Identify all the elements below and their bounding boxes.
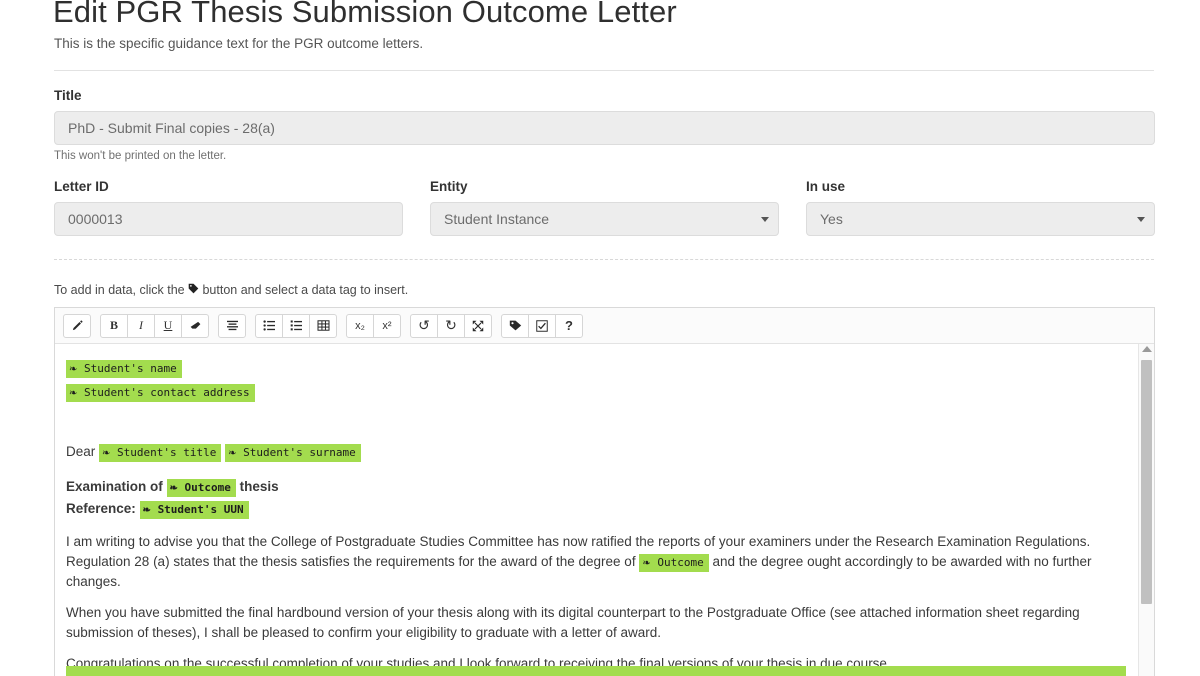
meta-fields-row: Letter ID 0000013 Entity Student Instanc… [54,179,1155,236]
examination-heading-before: Examination of [66,479,163,494]
superscript-button[interactable]: x² [373,313,401,338]
rich-text-editor: B I U x₂ x² ↺ ↻ ? ❧ Student's name ❧ Stu… [54,307,1155,676]
bold-button[interactable]: B [100,313,128,338]
toolbar-group-align [218,313,246,338]
tag-icon: ❧ [102,448,111,459]
tag-icon: ❧ [69,364,78,375]
in-use-group: In use Yes [806,179,1155,236]
tag-icon: ❧ [642,558,651,569]
tag-line-student-name: ❧ Student's name [66,358,1126,378]
tag-icon [188,283,202,297]
data-tag-label: Student's UUN [157,503,244,516]
data-tag-student-title[interactable]: ❧ Student's title [99,444,222,462]
redo-icon[interactable]: ↻ [437,313,465,338]
fullscreen-icon[interactable] [464,313,492,338]
toolbar-group-insert: ? [501,313,583,338]
reference-label: Reference: [66,501,136,516]
entity-select-value: Student Instance [444,211,550,227]
toolbar-group-script: x₂ x² [346,313,401,338]
paragraph-2: When you have submitted the final hardbo… [66,605,1080,640]
align-icon[interactable] [218,313,246,338]
salutation-line: Dear ❧ Student's title ❧ Student's surna… [66,442,1126,462]
in-use-select-value: Yes [820,211,843,227]
data-tag-outcome[interactable]: ❧ Outcome [639,554,709,572]
checkbox-icon[interactable] [528,313,556,338]
data-tag-label: Student's title [117,446,217,459]
numbered-list-icon[interactable] [282,313,310,338]
examination-heading: Examination of ❧ Outcome thesis [66,477,1126,497]
tag-icon: ❧ [228,448,237,459]
header-divider [54,70,1154,71]
data-tag-hint-before: To add in data, click the [54,283,185,297]
scrollbar-thumb[interactable] [1141,360,1152,604]
help-button[interactable]: ? [555,313,583,338]
title-field-group: Title PhD - Submit Final copies - 28(a) … [54,88,1155,163]
letter-id-input[interactable]: 0000013 [54,202,403,236]
page-subtitle: This is the specific guidance text for t… [54,36,424,51]
letter-document: ❧ Student's name ❧ Student's contact add… [66,358,1126,676]
blank-spacer [66,406,1126,442]
toolbar-group-source [63,313,91,338]
chevron-down-icon [1137,217,1145,222]
insert-data-tag-icon[interactable] [501,313,529,338]
tag-line-student-address: ❧ Student's contact address [66,382,1126,402]
underline-button[interactable]: U [154,313,182,338]
editor-content-area[interactable]: ❧ Student's name ❧ Student's contact add… [55,344,1154,676]
title-input[interactable]: PhD - Submit Final copies - 28(a) [54,111,1155,145]
section-divider [54,259,1154,260]
title-label: Title [54,88,82,103]
data-tag-student-name[interactable]: ❧ Student's name [66,360,182,378]
chevron-down-icon [761,217,769,222]
scroll-up-arrow-icon[interactable] [1141,346,1152,352]
entity-label: Entity [430,179,468,194]
source-editor-icon[interactable] [63,313,91,338]
letter-id-group: Letter ID 0000013 [54,179,403,236]
letter-id-label: Letter ID [54,179,109,194]
edit-letter-page: Edit PGR Thesis Submission Outcome Lette… [0,0,1200,676]
data-tag-hint-after: button and select a data tag to insert. [202,283,409,297]
tag-icon: ❧ [142,505,151,516]
data-tag-outcome[interactable]: ❧ Outcome [166,479,236,497]
data-tag-label: Outcome [657,556,704,569]
data-tag-label: Outcome [184,481,231,494]
data-tag-hint: To add in data, click the button and sel… [54,282,408,298]
remove-format-icon[interactable] [181,313,209,338]
data-tag-student-uun[interactable]: ❧ Student's UUN [139,501,249,519]
examination-heading-after: thesis [239,479,279,494]
data-tag-block-bottom[interactable] [66,666,1126,676]
paragraph-1: I am writing to advise you that the Coll… [66,532,1126,592]
toolbar-group-history: ↺ ↻ [410,313,492,338]
subscript-button[interactable]: x₂ [346,313,374,338]
entity-select[interactable]: Student Instance [430,202,779,236]
bullet-list-icon[interactable] [255,313,283,338]
toolbar-group-lists [255,313,337,338]
italic-button[interactable]: I [127,313,155,338]
undo-icon[interactable]: ↺ [410,313,438,338]
reference-heading: Reference: ❧ Student's UUN [66,499,1126,519]
page-title: Edit PGR Thesis Submission Outcome Lette… [53,0,677,29]
editor-toolbar: B I U x₂ x² ↺ ↻ ? [55,308,1154,344]
tag-icon: ❧ [69,388,78,399]
editor-scrollbar[interactable] [1138,344,1154,676]
data-tag-label: Student's surname [243,446,356,459]
table-icon[interactable] [309,313,337,338]
data-tag-label: Student's contact address [84,386,250,399]
data-tag-label: Student's name [84,362,177,375]
in-use-select[interactable]: Yes [806,202,1155,236]
salutation-text: Dear [66,444,96,459]
data-tag-student-surname[interactable]: ❧ Student's surname [225,444,361,462]
tag-icon: ❧ [169,483,178,494]
toolbar-group-format: B I U [100,313,209,338]
entity-group: Entity Student Instance [430,179,779,236]
title-help-text: This won't be printed on the letter. [54,150,227,162]
in-use-label: In use [806,179,846,194]
data-tag-student-contact-address[interactable]: ❧ Student's contact address [66,384,255,402]
